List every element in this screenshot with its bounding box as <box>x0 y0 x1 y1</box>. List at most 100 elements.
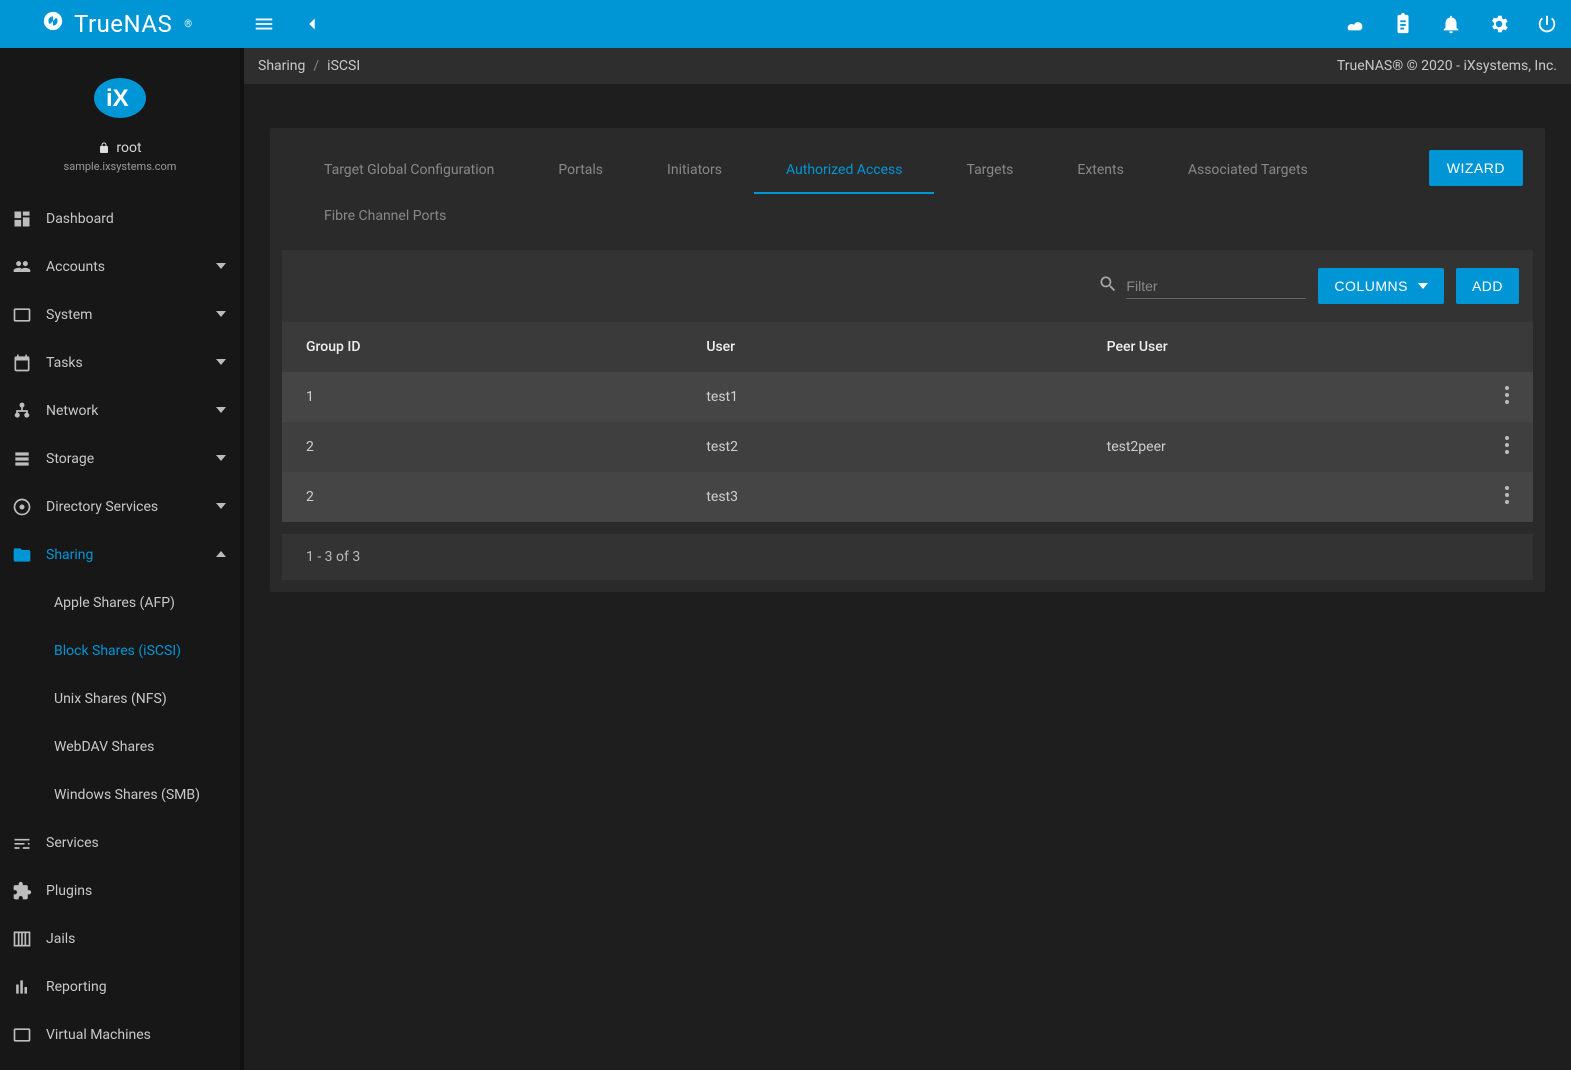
sidebar-sub-webdav[interactable]: WebDAV Shares <box>0 723 240 771</box>
sidebar-sub-afp[interactable]: Apple Shares (AFP) <box>0 579 240 627</box>
sidebar-item-accounts[interactable]: Accounts <box>0 243 240 291</box>
sidebar-item-tasks[interactable]: Tasks <box>0 339 240 387</box>
ha-status-icon[interactable] <box>1331 0 1379 48</box>
reporting-icon <box>12 977 46 997</box>
tab-extents[interactable]: Extents <box>1045 148 1155 194</box>
search-icon <box>1098 274 1118 298</box>
cell-peer-user: test2peer <box>1083 422 1458 472</box>
breadcrumb-sep: / <box>305 58 327 74</box>
add-button-label: ADD <box>1472 278 1503 294</box>
ix-logo-icon: iX <box>92 76 148 120</box>
sidebar-host: sample.ixsystems.com <box>0 160 240 173</box>
sidebar-item-plugins[interactable]: Plugins <box>0 867 240 915</box>
row-menu-icon[interactable] <box>1505 442 1509 458</box>
sidebar-item-label: Network <box>46 403 98 419</box>
sidebar-sub-label: WebDAV Shares <box>54 739 154 755</box>
table-row[interactable]: 2 test3 <box>282 472 1533 522</box>
col-group-id[interactable]: Group ID <box>282 322 682 372</box>
cell-peer-user <box>1083 372 1458 422</box>
notifications-icon[interactable] <box>1427 0 1475 48</box>
back-button[interactable] <box>288 0 336 48</box>
tab-targets[interactable]: Targets <box>934 148 1045 194</box>
table-area: COLUMNS ADD Group ID User Peer User <box>282 250 1533 580</box>
sidebar-item-vms[interactable]: Virtual Machines <box>0 1011 240 1059</box>
sidebar-sub-label: Block Shares (iSCSI) <box>54 643 181 659</box>
tab-initiators[interactable]: Initiators <box>635 148 754 194</box>
tasks-icon <box>12 353 46 373</box>
sidebar-item-label: Services <box>46 835 99 851</box>
tab-fibre-channel-ports[interactable]: Fibre Channel Ports <box>292 194 512 240</box>
sidebar-item-label: Directory Services <box>46 499 158 515</box>
chevron-down-icon <box>1418 278 1428 294</box>
pagination-text: 1 - 3 of 3 <box>306 549 360 565</box>
storage-icon <box>12 449 46 469</box>
chevron-up-icon <box>216 547 226 563</box>
sidebar-item-label: Sharing <box>46 547 93 563</box>
tab-target-global-config[interactable]: Target Global Configuration <box>292 148 526 194</box>
chevron-down-icon <box>216 355 226 371</box>
tabs: Target Global Configuration Portals Init… <box>276 138 1539 240</box>
col-peer-user[interactable]: Peer User <box>1083 322 1458 372</box>
power-icon[interactable] <box>1523 0 1571 48</box>
tab-label: Target Global Configuration <box>324 162 494 178</box>
table-row[interactable]: 2 test2 test2peer <box>282 422 1533 472</box>
cell-user: test1 <box>682 372 1082 422</box>
directory-services-icon <box>12 497 46 517</box>
sidebar-item-label: Dashboard <box>46 211 114 227</box>
sidebar-sub-label: Unix Shares (NFS) <box>54 691 167 707</box>
wizard-button[interactable]: WIZARD <box>1429 150 1523 186</box>
sidebar-item-sharing[interactable]: Sharing <box>0 531 240 579</box>
topbar: TrueNAS® <box>0 0 1571 48</box>
sidebar: iX root sample.ixsystems.com Dashboard A… <box>0 48 240 1070</box>
sidebar-item-system[interactable]: System <box>0 291 240 339</box>
brand-logo-icon <box>42 10 64 38</box>
breadcrumb-root[interactable]: Sharing <box>258 58 305 74</box>
services-icon <box>12 833 46 853</box>
sidebar-item-services[interactable]: Services <box>0 819 240 867</box>
table-header-row: Group ID User Peer User <box>282 322 1533 372</box>
row-menu-icon[interactable] <box>1505 392 1509 408</box>
col-user[interactable]: User <box>682 322 1082 372</box>
add-button[interactable]: ADD <box>1456 268 1519 304</box>
sidebar-item-reporting[interactable]: Reporting <box>0 963 240 1011</box>
sidebar-sub-label: Windows Shares (SMB) <box>54 787 200 803</box>
clipboard-icon[interactable] <box>1379 0 1427 48</box>
filter-input[interactable] <box>1126 273 1306 299</box>
tab-portals[interactable]: Portals <box>526 148 635 194</box>
tab-associated-targets[interactable]: Associated Targets <box>1156 148 1340 194</box>
chevron-down-icon <box>216 403 226 419</box>
sidebar-sub-smb[interactable]: Windows Shares (SMB) <box>0 771 240 819</box>
tab-label: Fibre Channel Ports <box>324 208 446 224</box>
sidebar-sub-nfs[interactable]: Unix Shares (NFS) <box>0 675 240 723</box>
sidebar-sub-iscsi[interactable]: Block Shares (iSCSI) <box>0 627 240 675</box>
system-icon <box>12 305 46 325</box>
network-icon <box>12 401 46 421</box>
sidebar-item-label: Plugins <box>46 883 92 899</box>
dashboard-icon <box>12 209 46 229</box>
jails-icon <box>12 929 46 949</box>
sidebar-item-label: Reporting <box>46 979 107 995</box>
sidebar-item-storage[interactable]: Storage <box>0 435 240 483</box>
sidebar-item-jails[interactable]: Jails <box>0 915 240 963</box>
tab-label: Portals <box>558 162 603 178</box>
cell-user: test2 <box>682 422 1082 472</box>
row-menu-icon[interactable] <box>1505 492 1509 508</box>
settings-icon[interactable] <box>1475 0 1523 48</box>
menu-toggle-button[interactable] <box>240 0 288 48</box>
tab-label: Associated Targets <box>1188 162 1308 178</box>
sidebar-nav: Dashboard Accounts System Tasks Network … <box>0 183 240 1059</box>
tab-label: Targets <box>966 162 1013 178</box>
sidebar-item-directory-services[interactable]: Directory Services <box>0 483 240 531</box>
plugins-icon <box>12 881 46 901</box>
accounts-icon <box>12 257 46 277</box>
sidebar-item-network[interactable]: Network <box>0 387 240 435</box>
table-row[interactable]: 1 test1 <box>282 372 1533 422</box>
tab-authorized-access[interactable]: Authorized Access <box>754 148 935 194</box>
cell-group-id: 2 <box>282 472 682 522</box>
columns-button[interactable]: COLUMNS <box>1318 268 1444 304</box>
iscsi-card: WIZARD Target Global Configuration Porta… <box>270 128 1545 592</box>
sidebar-item-dashboard[interactable]: Dashboard <box>0 195 240 243</box>
cell-peer-user <box>1083 472 1458 522</box>
sidebar-user: root <box>0 140 240 156</box>
cell-user: test3 <box>682 472 1082 522</box>
